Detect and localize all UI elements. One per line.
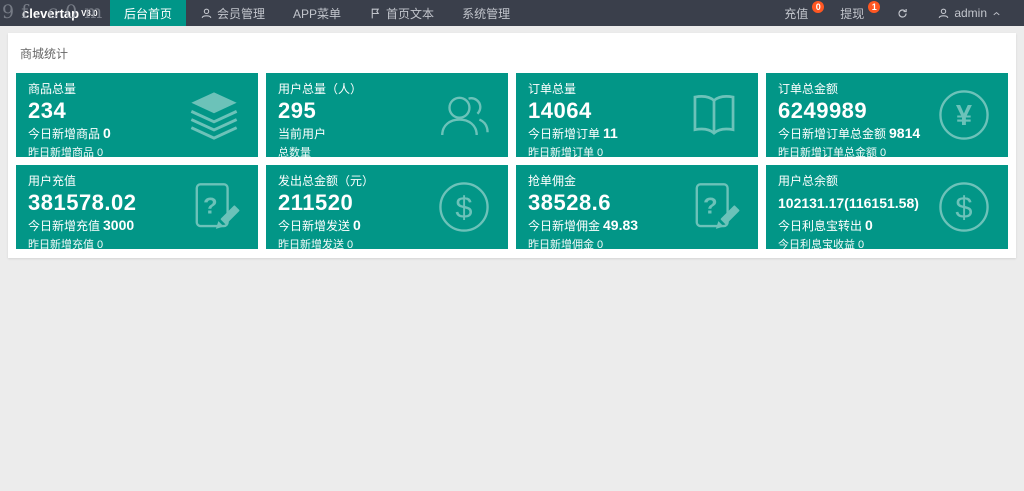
svg-text:$: $ [955, 190, 972, 225]
card-today-value: 3000 [103, 217, 134, 233]
nav-item-home-text[interactable]: 首页文本 [355, 0, 448, 26]
svg-text:¥: ¥ [956, 100, 972, 132]
refresh-icon [896, 7, 909, 20]
user-icon [200, 7, 213, 20]
stat-cards-grid: 商品总量 234 今日新增商品0 昨日新增商品0 用户总量（人） 295 当前用… [8, 73, 1016, 249]
flag-icon [369, 7, 382, 20]
stat-card-order-amount: 订单总金额 6249989 今日新增订单总金额9814 昨日新增订单总金额0 ¥ [766, 73, 1008, 157]
card-today-value: 49.83 [603, 217, 638, 233]
stat-card-recharge: 用户充值 381578.02 今日新增充值3000 昨日新增充值0 ? [16, 165, 258, 249]
card-today-label: 今日新增充值 [28, 219, 100, 233]
survey-edit-icon: ? [685, 178, 743, 236]
withdraw-button[interactable]: 提现 1 [826, 0, 882, 26]
section-title: 商城统计 [8, 33, 1016, 73]
nav-item-dashboard[interactable]: 后台首页 [110, 0, 186, 26]
card-today-value: 0 [103, 125, 111, 141]
nav-item-label: 后台首页 [124, 5, 172, 22]
stat-card-products: 商品总量 234 今日新增商品0 昨日新增商品0 [16, 73, 258, 157]
layers-icon [185, 86, 243, 144]
card-today-value: 0 [353, 217, 361, 233]
card-today-label: 今日新增商品 [28, 127, 100, 141]
nav-item-label: 系统管理 [462, 5, 510, 22]
app-logo-text: clevertap [22, 6, 79, 21]
card-yesterday-label: 昨日新增订单 [528, 147, 594, 157]
card-today-value: 0 [865, 217, 873, 233]
nav-item-system[interactable]: 系统管理 [448, 0, 524, 26]
users-icon [435, 86, 493, 144]
card-today-value: 11 [603, 125, 618, 141]
stat-card-sent-amount: 发出总金额（元） 211520 今日新增发送0 昨日新增发送0 $ [266, 165, 508, 249]
card-yesterday-label: 昨日新增商品 [28, 147, 94, 157]
stat-card-commission: 抢单佣金 38528.6 今日新增佣金49.83 昨日新增佣金0 ? [516, 165, 758, 249]
svg-text:$: $ [455, 190, 472, 225]
card-yesterday-value: 0 [880, 147, 886, 157]
admin-menu[interactable]: admin [923, 0, 1016, 26]
chevron-up-icon [991, 8, 1002, 19]
card-yesterday-label: 总数量 [278, 147, 311, 157]
card-yesterday-label: 昨日新增发送 [278, 239, 344, 249]
card-today-label: 今日利息宝转出 [778, 219, 862, 233]
card-yesterday-value: 0 [97, 147, 103, 157]
card-yesterday-label: 昨日新增佣金 [528, 239, 594, 249]
card-today-label: 当前用户 [278, 127, 326, 141]
card-today-value: 9814 [889, 125, 920, 141]
card-yesterday-line: 昨日新增商品0 [28, 146, 246, 157]
open-book-icon [685, 86, 743, 144]
top-navbar: 9f.c0m clevertapV3.0 后台首页 会员管理 APP菜单 首页文… [0, 0, 1024, 26]
card-today-label: 今日新增订单 [528, 127, 600, 141]
withdraw-label: 提现 [840, 5, 864, 22]
card-yesterday-label: 昨日新增订单总金额 [778, 147, 877, 157]
refresh-button[interactable] [882, 0, 923, 26]
card-yesterday-line: 昨日新增佣金0 [528, 238, 746, 249]
nav-item-app-menu[interactable]: APP菜单 [279, 0, 355, 26]
stats-panel: 商城统计 商品总量 234 今日新增商品0 昨日新增商品0 用户总量（人） 29… [8, 33, 1016, 258]
card-yesterday-value: 0 [347, 239, 353, 249]
card-yesterday-line: 总数量 [278, 146, 496, 157]
survey-edit-icon: ? [185, 178, 243, 236]
recharge-button[interactable]: 充值 0 [770, 0, 826, 26]
stat-card-users: 用户总量（人） 295 当前用户 总数量 [266, 73, 508, 157]
card-yesterday-label: 昨日新增充值 [28, 239, 94, 249]
admin-username: admin [954, 6, 987, 20]
card-yesterday-label: 今日利息宝收益 [778, 239, 855, 249]
card-yesterday-line: 昨日新增发送0 [278, 238, 496, 249]
recharge-badge: 0 [812, 1, 824, 13]
card-today-label: 今日新增订单总金额 [778, 127, 886, 141]
card-yesterday-line: 昨日新增充值0 [28, 238, 246, 249]
app-logo: clevertapV3.0 [0, 0, 110, 26]
card-yesterday-line: 昨日新增订单0 [528, 146, 746, 157]
card-today-label: 今日新增发送 [278, 219, 350, 233]
user-icon [937, 7, 950, 20]
dollar-circle-icon: $ [435, 178, 493, 236]
nav-item-label: APP菜单 [293, 5, 341, 22]
yen-circle-icon: ¥ [935, 86, 993, 144]
dollar-circle-icon: $ [935, 178, 993, 236]
stat-card-orders: 订单总量 14064 今日新增订单11 昨日新增订单0 [516, 73, 758, 157]
nav-item-members[interactable]: 会员管理 [186, 0, 279, 26]
card-yesterday-value: 0 [597, 239, 603, 249]
nav-item-label: 会员管理 [217, 5, 265, 22]
card-today-label: 今日新增佣金 [528, 219, 600, 233]
svg-text:?: ? [203, 192, 217, 218]
withdraw-badge: 1 [868, 1, 880, 13]
stat-card-balance: 用户总余额 102131.17(116151.58) 今日利息宝转出0 今日利息… [766, 165, 1008, 249]
nav-item-label: 首页文本 [386, 5, 434, 22]
card-yesterday-value: 0 [597, 147, 603, 157]
svg-text:?: ? [703, 192, 717, 218]
navbar-right: 充值 0 提现 1 admin [770, 0, 1024, 26]
card-yesterday-value: 0 [97, 239, 103, 249]
recharge-label: 充值 [784, 5, 808, 22]
card-yesterday-value: 0 [858, 239, 864, 249]
card-yesterday-line: 昨日新增订单总金额0 [778, 146, 996, 157]
app-logo-version: V3.0 [81, 9, 97, 18]
card-yesterday-line: 今日利息宝收益0 [778, 238, 996, 249]
